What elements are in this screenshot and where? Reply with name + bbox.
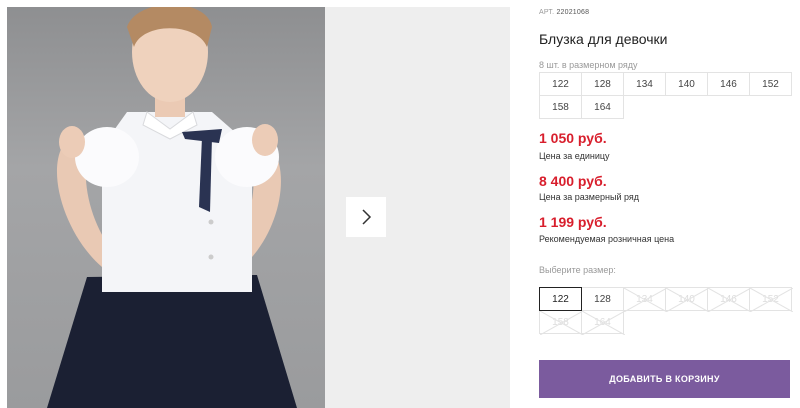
- pack-size-cell: 158: [539, 95, 582, 119]
- retail-price-label: Рекомендуемая розничная цена: [539, 234, 675, 244]
- size-select-label: Выберите размер:: [539, 265, 616, 275]
- unavailable-cross-icon: [750, 288, 793, 312]
- retail-price: 1 199 руб.: [539, 214, 607, 230]
- pack-price-label: Цена за размерный ряд: [539, 192, 640, 202]
- pack-size-cell: 146: [707, 72, 750, 96]
- size-option-128[interactable]: 128: [581, 287, 624, 311]
- pack-size-cell: 134: [623, 72, 666, 96]
- article-value: 22021068: [556, 9, 590, 16]
- unavailable-cross-icon: [666, 288, 709, 312]
- size-option-146: 146: [707, 287, 751, 312]
- unavailable-cross-icon: [582, 311, 625, 335]
- unit-price-label: Цена за единицу: [539, 151, 610, 161]
- size-option-140: 140: [665, 287, 709, 312]
- size-option-122[interactable]: 122: [539, 287, 582, 311]
- gallery-next-button[interactable]: [346, 197, 386, 237]
- pack-size-cell: 140: [665, 72, 708, 96]
- pack-size-cell: 164: [581, 95, 624, 119]
- unavailable-cross-icon: [624, 288, 667, 312]
- unavailable-cross-icon: [708, 288, 751, 312]
- pack-size-label: 8 шт. в размерном ряду: [539, 60, 638, 70]
- pack-size-cell: 152: [749, 72, 792, 96]
- add-to-cart-button[interactable]: ДОБАВИТЬ В КОРЗИНУ: [539, 360, 790, 398]
- size-select-grid: 122 128 134 140 146 152 158 164: [539, 287, 794, 335]
- product-photo[interactable]: [7, 7, 325, 408]
- size-option-164: 164: [581, 310, 625, 335]
- size-option-134: 134: [623, 287, 667, 312]
- product-title: Блузка для девочки: [539, 31, 668, 47]
- size-option-158: 158: [539, 310, 583, 335]
- pack-sizes-grid: 122 128 134 140 146 152 158 164: [539, 72, 794, 119]
- article-prefix: АРТ.: [539, 9, 555, 16]
- unit-price: 1 050 руб.: [539, 130, 607, 146]
- chevron-right-icon: [362, 209, 372, 225]
- pack-price: 8 400 руб.: [539, 173, 607, 189]
- product-gallery: [0, 0, 510, 408]
- product-photo-illustration: [47, 7, 297, 408]
- pack-size-cell: 122: [539, 72, 582, 96]
- pack-size-cell: 128: [581, 72, 624, 96]
- article-number: АРТ. 22021068: [539, 9, 589, 16]
- unavailable-cross-icon: [540, 311, 583, 335]
- size-option-152: 152: [749, 287, 793, 312]
